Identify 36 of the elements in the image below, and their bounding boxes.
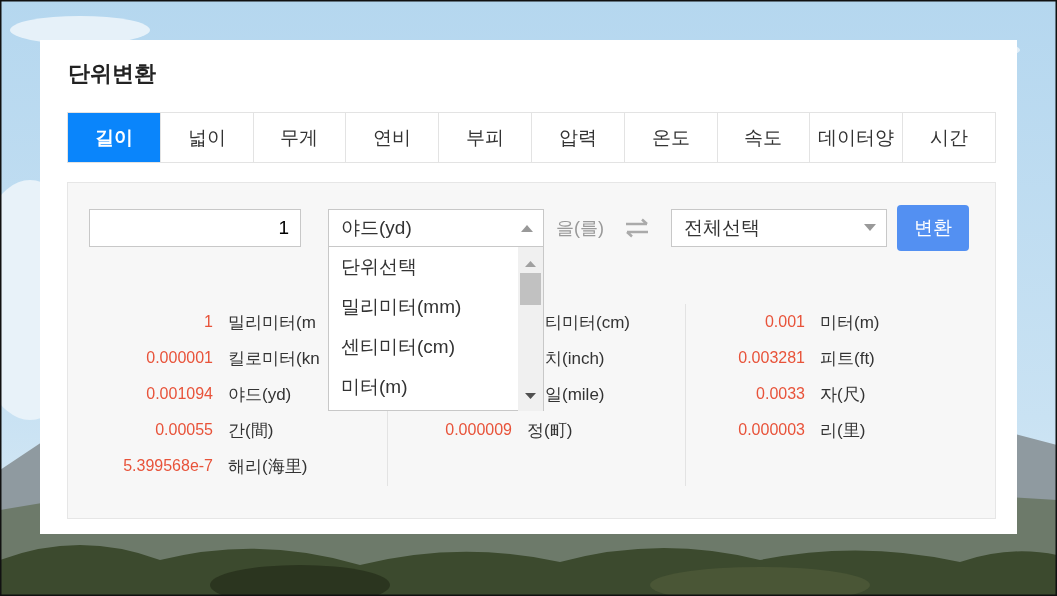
caret-down-icon: [864, 223, 876, 232]
result-value: 0.000003: [737, 421, 805, 439]
page-title: 단위변환: [68, 60, 157, 88]
result-value: 0.000009: [444, 421, 512, 439]
result-value: 0.003281: [737, 349, 805, 367]
unit-name: 해리(海里): [228, 455, 308, 478]
unit-name: 일(mile): [545, 383, 605, 406]
unit-tab[interactable]: 길이: [68, 113, 160, 162]
unit-name: 치(inch): [545, 347, 605, 370]
result-value: 0.00055: [154, 421, 213, 439]
unit-name: 정(町): [527, 419, 573, 442]
result-value: 0.001: [763, 313, 805, 331]
swap-icon[interactable]: [624, 217, 650, 238]
dropdown-option[interactable]: 밀리미터(mm): [329, 286, 518, 327]
dropdown-option[interactable]: 센티미터(cm): [329, 326, 518, 367]
unit-name: 간(間): [228, 419, 274, 442]
unit-name: 미터(m): [820, 311, 880, 334]
result-value: 1: [203, 313, 213, 331]
unit-name: 리(里): [820, 419, 866, 442]
from-unit-select[interactable]: 야드(yd): [328, 208, 544, 247]
unit-name: 자(尺): [820, 383, 866, 406]
dropdown-option[interactable]: 단위선택: [329, 246, 518, 287]
result-value: 0.000001: [145, 349, 213, 367]
caret-up-icon: [521, 223, 533, 232]
result-value: 0.0033: [755, 385, 805, 403]
result-value: 0.001094: [145, 385, 213, 403]
to-unit-select[interactable]: 전체선택: [671, 208, 887, 247]
connector-text: 을(를): [556, 216, 604, 240]
dropdown-option[interactable]: 미터(m): [329, 366, 518, 407]
result-value: 5.399568e-7: [122, 457, 213, 475]
amount-field[interactable]: 1: [89, 208, 301, 247]
unit-name: 야드(yd): [228, 383, 292, 406]
unit-name: 킬로미터(kn: [228, 347, 320, 370]
unit-name: 피트(ft): [820, 347, 875, 370]
unit-name: 티미터(cm): [545, 311, 630, 334]
unit-name: 밀리미터(m: [228, 311, 316, 334]
